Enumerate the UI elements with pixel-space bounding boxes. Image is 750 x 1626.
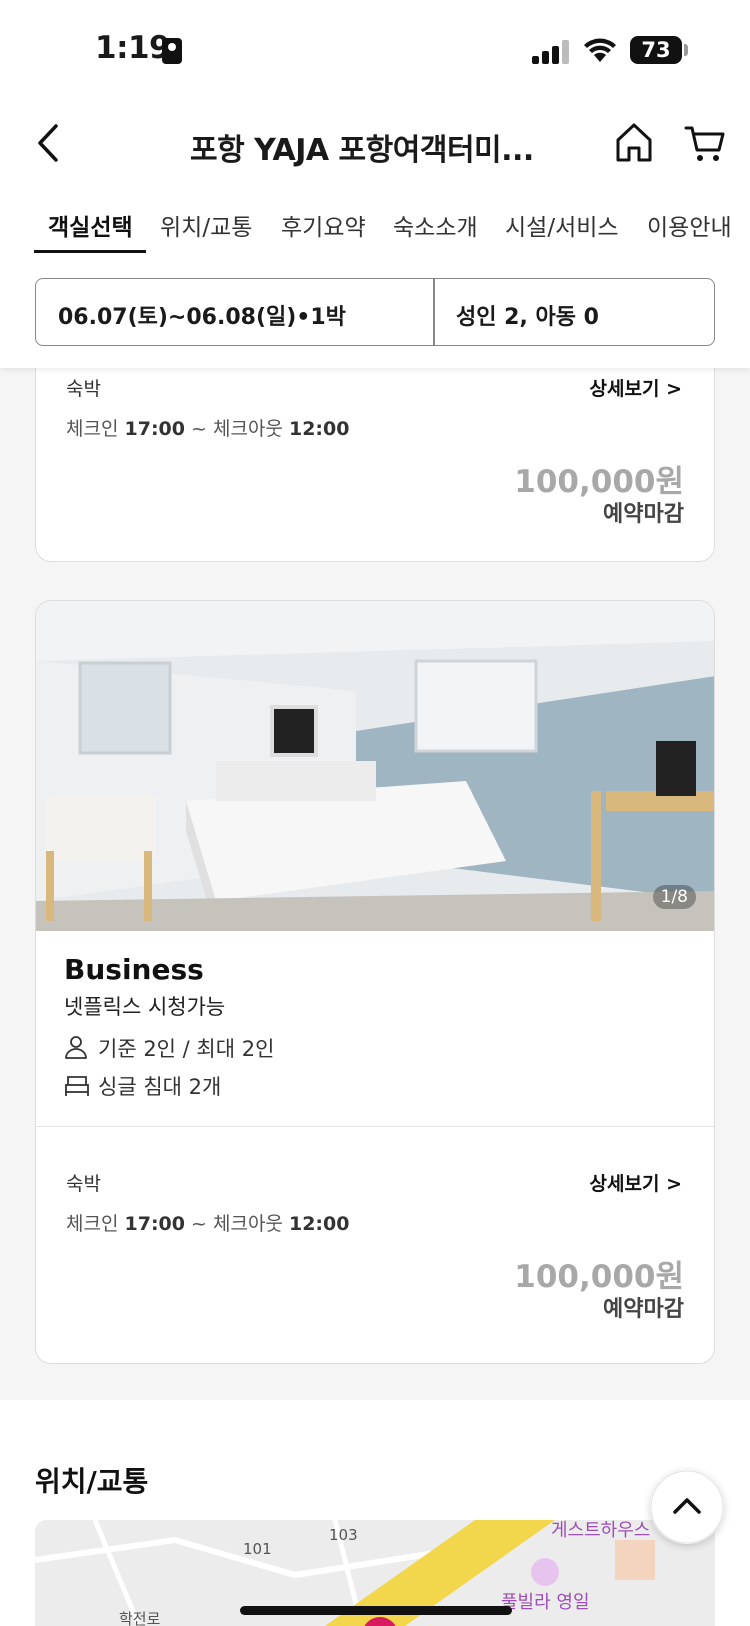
- checkout-label: ~ 체크아웃: [191, 418, 283, 440]
- checkin-label: 체크인: [66, 418, 119, 440]
- detail-link[interactable]: 상세보기 >: [590, 374, 682, 401]
- app-header: 포항 YAJA 포항여객터미...: [0, 100, 750, 190]
- cart-icon[interactable]: [684, 120, 726, 164]
- guest-count-button[interactable]: 성인 2, 아동 0: [456, 299, 599, 331]
- map-label: 101: [243, 1540, 272, 1558]
- scroll-to-top-button[interactable]: [650, 1470, 724, 1544]
- room-bed-type: 싱글 침대 2개: [98, 1075, 222, 1099]
- rate-card-previous: 숙박 상세보기 > 체크인 17:00 ~ 체크아웃 12:00 100,000…: [35, 340, 715, 562]
- divider: [433, 279, 435, 345]
- person-icon: [65, 1036, 87, 1059]
- search-bar-container: 06.07(토)~06.08(일)•1박 성인 2, 아동 0: [0, 256, 750, 368]
- tab-room-select[interactable]: 객실선택: [48, 208, 133, 242]
- room-name: Business: [64, 953, 204, 986]
- map-label: 학전로: [119, 1610, 161, 1626]
- tab-info[interactable]: 이용안내: [647, 208, 732, 242]
- location-section: 위치/교통 101 103 학전로 게스트하우스 풀빌라 영일: [0, 1400, 750, 1626]
- checkout-time: 12:00: [288, 1213, 350, 1235]
- home-indicator: [240, 1606, 512, 1615]
- checkin-time: 17:00: [124, 1213, 185, 1235]
- status-time: 1:19: [95, 30, 171, 66]
- status-bar: 1:19 73: [0, 0, 750, 100]
- rate-type: 숙박: [66, 1173, 101, 1195]
- booking-status: 예약마감: [603, 502, 684, 527]
- rate-block: 숙박 상세보기 > 체크인 17:00 ~ 체크아웃 12:00 100,000…: [36, 1159, 714, 1363]
- map-place-label[interactable]: 풀빌라 영일: [501, 1588, 590, 1614]
- checkin-info: 체크인 17:00 ~ 체크아웃 12:00: [66, 414, 349, 441]
- room-info: Business 넷플릭스 시청가능 기준 2인 / 최대 2인 싱글 침대 2…: [36, 931, 714, 1127]
- tab-reviews[interactable]: 후기요약: [281, 208, 366, 242]
- price: 100,000원: [514, 464, 684, 500]
- id-card-icon: [162, 38, 182, 64]
- page-title: 포항 YAJA 포항여객터미...: [190, 133, 534, 168]
- cellular-signal-icon: [532, 40, 572, 64]
- search-bar: 06.07(토)~06.08(일)•1박 성인 2, 아동 0: [35, 278, 715, 346]
- price: 100,000원: [514, 1259, 684, 1295]
- room-photo[interactable]: 1/8: [36, 601, 714, 931]
- room-photo-illustration: [36, 601, 714, 931]
- map-place-label[interactable]: 게스트하우스: [551, 1520, 650, 1542]
- room-card-business[interactable]: 1/8 Business 넷플릭스 시청가능 기준 2인 / 최대 2인 싱글 …: [35, 600, 715, 1364]
- checkin-info: 체크인 17:00 ~ 체크아웃 12:00: [66, 1209, 349, 1236]
- checkout-label: ~ 체크아웃: [191, 1213, 283, 1235]
- tab-location[interactable]: 위치/교통: [160, 208, 252, 242]
- battery-icon: 73: [630, 36, 682, 64]
- room-description: 넷플릭스 시청가능: [64, 995, 226, 1019]
- section-tabs: 객실선택 위치/교통 후기요약 숙소소개 시설/서비스 이용안내: [0, 190, 750, 256]
- wifi-icon: [584, 38, 616, 62]
- photo-counter: 1/8: [652, 885, 696, 909]
- checkin-label: 체크인: [66, 1213, 119, 1235]
- active-tab-indicator: [34, 250, 146, 253]
- rate-block: 숙박 상세보기 > 체크인 17:00 ~ 체크아웃 12:00 100,000…: [36, 364, 714, 561]
- checkin-time: 17:00: [124, 418, 185, 440]
- checkout-time: 12:00: [288, 418, 350, 440]
- home-icon[interactable]: [614, 120, 654, 164]
- tab-intro[interactable]: 숙소소개: [393, 208, 478, 242]
- tab-facilities[interactable]: 시설/서비스: [505, 208, 619, 242]
- date-range-button[interactable]: 06.07(토)~06.08(일)•1박: [58, 299, 346, 331]
- battery-tip: [684, 44, 688, 56]
- bed-icon: [65, 1076, 89, 1096]
- section-title: 위치/교통: [35, 1465, 149, 1498]
- map-label: 103: [329, 1526, 358, 1544]
- back-arrow-icon[interactable]: [30, 120, 70, 166]
- room-occupancy: 기준 2인 / 최대 2인: [98, 1037, 275, 1061]
- booking-status: 예약마감: [603, 1297, 684, 1322]
- detail-link[interactable]: 상세보기 >: [590, 1169, 682, 1196]
- rate-type: 숙박: [66, 378, 101, 400]
